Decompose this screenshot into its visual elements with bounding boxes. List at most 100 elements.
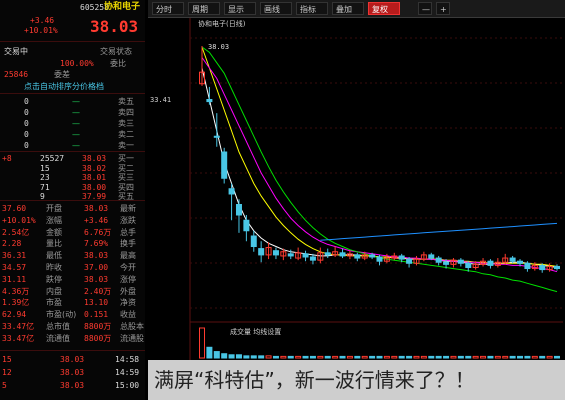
candle-body — [243, 219, 250, 232]
volume-bar — [509, 355, 516, 359]
tick-volume: 5 — [2, 381, 7, 390]
sell-price: 0 — [24, 141, 29, 150]
stock-name: 协和电子 — [104, 2, 141, 12]
sell-price: 0 — [24, 108, 29, 117]
stat-row: +10.01% 涨幅 +3.46 涨跌 — [0, 215, 145, 226]
stat-label: 市盈(动) — [46, 310, 77, 320]
candle-body — [228, 188, 235, 195]
stat-value: +10.01% — [2, 215, 36, 225]
stock-header: 605258 协和电子 — [0, 2, 145, 16]
divider — [0, 151, 145, 152]
toolbar-button[interactable]: 指标 — [296, 2, 328, 15]
volume-bar — [221, 353, 228, 359]
stat-value: 38.03 — [84, 274, 109, 284]
sell-price: 0 — [24, 130, 29, 139]
stat-row: 62.94 市盈(动) 0.151 收益 — [0, 309, 145, 320]
candle-body — [250, 235, 257, 247]
candle-body — [324, 252, 331, 256]
stat-value: 38.03 — [84, 251, 109, 261]
volume-bar — [487, 355, 494, 359]
sell-level-label: 卖四 — [118, 108, 134, 117]
stat-label: 总股本 — [120, 322, 144, 331]
toolbar-button[interactable]: 复权 — [368, 2, 400, 15]
tick-volume: 12 — [2, 368, 12, 377]
candle-body — [487, 260, 494, 266]
stat-label: 最高 — [120, 251, 136, 261]
candle-body — [457, 259, 464, 264]
candle-body — [354, 254, 361, 259]
candle-body — [258, 248, 265, 256]
volume-bar — [243, 355, 250, 359]
auto-sort-link[interactable]: 点击自动排序分价格档 — [0, 81, 145, 92]
toolbar-button[interactable]: — — [418, 2, 432, 15]
toolbar-button[interactable]: 画线 — [260, 2, 292, 15]
stat-label: 净资 — [120, 298, 136, 308]
divider — [0, 200, 145, 201]
stat-label: 涨停 — [120, 274, 136, 284]
stat-value: 2.40万 — [84, 286, 112, 296]
stat-row: 33.47亿 总市值 8800万 总股本 — [0, 321, 145, 332]
sell-level-row[interactable]: 0 — 卖三 — [0, 118, 145, 129]
candle-body — [554, 265, 560, 270]
toolbar-button[interactable]: 分时 — [152, 2, 184, 15]
toolbar-button[interactable]: 显示 — [224, 2, 256, 15]
volume-bar — [258, 355, 265, 359]
volume-bar — [213, 351, 220, 359]
volume-bar — [465, 355, 472, 359]
stat-row: 2.28 量比 7.69% 换手 — [0, 238, 145, 249]
quote-panel: 605258 协和电子 +3.46 +10.01% 38.03 交易中 交易状态… — [0, 0, 145, 400]
volume-bar — [302, 355, 309, 359]
sell-level-label: 卖一 — [118, 141, 134, 150]
tick-time: 15:00 — [115, 381, 140, 390]
toolbar-button[interactable]: + — [436, 2, 450, 15]
volume-bar — [309, 355, 316, 359]
stat-value: 38.03 — [84, 204, 109, 213]
candle-body — [206, 99, 213, 103]
volume-bar — [324, 355, 331, 359]
stat-value: 2.28 — [2, 239, 22, 249]
toolbar-button[interactable]: 叠加 — [332, 2, 364, 15]
volume-bar — [435, 355, 442, 359]
volume-bar — [369, 355, 376, 359]
kline-chart[interactable]: 协和电子(日线) 33.41 成交量 均线设置 38.03 — [148, 18, 565, 360]
tick-row: 12 38.03 14:59 — [0, 367, 145, 378]
sell-level-row[interactable]: 0 — 卖四 — [0, 107, 145, 118]
stat-label: 涨跌 — [120, 215, 136, 225]
sell-level-row[interactable]: 0 — 卖五 — [0, 96, 145, 107]
stat-row: 4.36万 内盘 2.40万 外盘 — [0, 286, 145, 297]
candle-body — [398, 255, 405, 260]
candle-body — [443, 261, 450, 265]
stat-label: 流通股 — [120, 333, 144, 343]
divider — [0, 350, 145, 351]
sell-volume: — — [72, 141, 80, 150]
toolbar-button[interactable]: 周期 — [188, 2, 220, 15]
price-block: +3.46 +10.01% 38.03 — [0, 16, 145, 36]
candle-body — [339, 252, 346, 257]
stat-label: 总市值 — [46, 322, 70, 331]
stat-value: 37.60 — [2, 204, 27, 213]
stat-label: 昨收 — [46, 263, 62, 272]
candle-body — [524, 262, 531, 270]
stat-row: 33.47亿 流通值 8800万 流通股 — [0, 333, 145, 344]
sell-level-row[interactable]: 0 — 卖一 — [0, 140, 145, 151]
candle-body — [465, 262, 472, 269]
volume-bar — [250, 355, 257, 359]
candle-body — [309, 256, 316, 261]
volume-title: 成交量 均线设置 — [230, 327, 281, 336]
candle-body — [509, 257, 516, 262]
sell-volume: — — [72, 119, 80, 128]
stat-value: 62.94 — [2, 310, 27, 320]
price-change: +3.46 — [30, 16, 55, 25]
caption-banner: 满屏“科特估”，新一波行情来了？！ — [148, 360, 565, 400]
volume-bar — [376, 355, 383, 359]
stat-label: 外盘 — [120, 286, 136, 296]
volume-bar — [539, 355, 546, 359]
stat-value: 8800万 — [84, 322, 112, 331]
volume-bar — [428, 355, 435, 359]
candle-body — [272, 250, 279, 256]
candle-body — [428, 254, 435, 259]
volume-bar — [272, 355, 279, 359]
sell-level-row[interactable]: 0 — 卖二 — [0, 129, 145, 140]
sell-level-label: 卖二 — [118, 130, 134, 139]
chart-toolbar: 分时 周期 显示 画线 指标 叠加 复权 — + — [148, 0, 565, 18]
